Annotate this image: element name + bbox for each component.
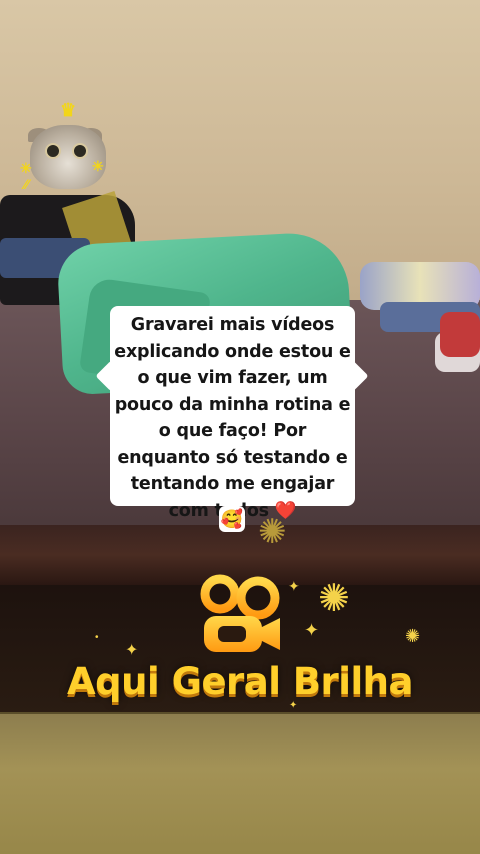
firework-icon: ✺ <box>258 513 287 551</box>
star-sparkle-icon: ✦ <box>288 578 300 594</box>
sparkle-doodle-icon: ⁄⁄ <box>24 176 29 192</box>
cat-head <box>30 125 106 189</box>
sparkle-doodle-icon: ✳ <box>92 158 104 174</box>
clothes-pile-red <box>440 312 480 357</box>
star-sparkle-icon: ✦ <box>304 620 320 640</box>
firework-icon: ✺ <box>405 626 421 646</box>
caption-text: Gravarei mais vídeos explicando onde est… <box>110 312 355 524</box>
star-sparkle-icon: • <box>95 632 99 643</box>
smiling-face-hearts-emoji-icon: 🥰 <box>219 506 245 532</box>
crown-doodle-icon: ♛ <box>60 100 77 120</box>
sparkle-doodle-icon: ✳ <box>20 160 32 176</box>
star-sparkle-icon: ✦ <box>125 642 139 659</box>
floor-edge <box>0 712 480 714</box>
kwai-camera-logo <box>200 574 280 652</box>
firework-icon: ✺ <box>318 578 350 620</box>
floor <box>0 712 480 854</box>
star-sparkle-icon: ✦ <box>289 700 298 711</box>
slogan-text: Aqui Geral Brilha <box>67 660 413 703</box>
caption-body: Gravarei mais vídeos explicando onde est… <box>114 315 351 521</box>
cat-eye-right <box>72 143 88 159</box>
cat-eye-left <box>45 143 61 159</box>
